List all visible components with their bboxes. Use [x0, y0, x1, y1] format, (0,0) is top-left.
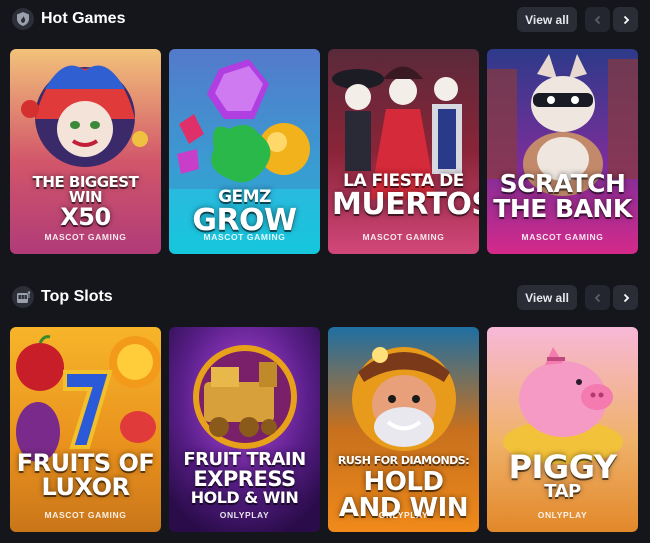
game-title-line: The Bank [493, 194, 632, 223]
chevron-left-icon [594, 293, 600, 302]
carousel-next-button[interactable] [613, 7, 638, 32]
game-title-line: Fruits of [16, 449, 155, 477]
game-provider: ONLYPLAY [537, 510, 588, 520]
game-card-the-biggest-win[interactable]: The Biggest Win x50 MASCOT GAMING [10, 49, 161, 254]
game-title-line: Muertos [332, 187, 479, 222]
game-title: The Biggest Win x50 [14, 175, 157, 231]
view-all-button[interactable]: View all [517, 285, 577, 310]
game-title-line: Rush for Diamonds: [337, 454, 470, 467]
game-title-line: Hold & Win [190, 488, 299, 507]
view-all-button[interactable]: View all [517, 7, 577, 32]
game-provider: ONLYPLAY [219, 510, 270, 520]
game-provider: MASCOT GAMING [521, 232, 604, 242]
game-card-piggy-tap[interactable]: Piggy Tap ONLYPLAY [487, 327, 638, 532]
game-card-gemz-grow[interactable]: Gemz Grow MASCOT GAMING [169, 49, 320, 254]
game-card-scratch-the-bank[interactable]: Scratch The Bank MASCOT GAMING [487, 49, 638, 254]
section-header-hot-games: Hot Games View all [0, 0, 650, 40]
carousel-next-button[interactable] [613, 285, 638, 310]
game-art [487, 49, 638, 254]
flame-shield-icon [12, 8, 34, 30]
section-title: Hot Games [41, 10, 126, 27]
game-title: Gemz Grow [173, 189, 316, 236]
section-title: Top Slots [41, 288, 113, 305]
section-header-top-slots: Top Slots View all [0, 278, 650, 318]
game-title-line: x50 [60, 203, 111, 231]
game-card-fruit-train-express[interactable]: Fruit Train Express Hold & Win ONLYPLAY [169, 327, 320, 532]
game-provider: MASCOT GAMING [203, 232, 286, 242]
game-card-fruits-of-luxor[interactable]: Fruits of Luxor MASCOT GAMING [10, 327, 161, 532]
game-provider: MASCOT GAMING [362, 232, 445, 242]
game-art [10, 327, 161, 532]
game-art [328, 49, 479, 254]
chevron-right-icon [623, 293, 629, 302]
game-title: Fruits of Luxor [14, 451, 157, 499]
game-provider: ONLYPLAY [378, 510, 429, 520]
chevron-right-icon [623, 15, 629, 24]
game-provider: MASCOT GAMING [44, 232, 127, 242]
game-title: Piggy Tap [491, 451, 634, 501]
game-card-la-fiesta-de-muertos[interactable]: La Fiesta de Muertos MASCOT GAMING [328, 49, 479, 254]
game-title: Fruit Train Express Hold & Win [173, 451, 316, 506]
carousel-prev-button[interactable] [585, 7, 610, 32]
game-title-line: Piggy [508, 448, 617, 486]
chevron-left-icon [594, 15, 600, 24]
game-title-line: Express [193, 467, 296, 491]
game-title: La Fiesta de Muertos [332, 173, 479, 222]
game-provider: MASCOT GAMING [44, 510, 127, 520]
game-title: Scratch The Bank [491, 171, 634, 221]
game-title-line: Luxor [41, 473, 130, 501]
carousel-prev-button[interactable] [585, 285, 610, 310]
game-card-rush-for-diamonds[interactable]: Rush for Diamonds: Hold and Win ONLYPLAY [328, 327, 479, 532]
game-title-line: Scratch [499, 169, 626, 198]
slot-machine-icon [12, 286, 34, 308]
